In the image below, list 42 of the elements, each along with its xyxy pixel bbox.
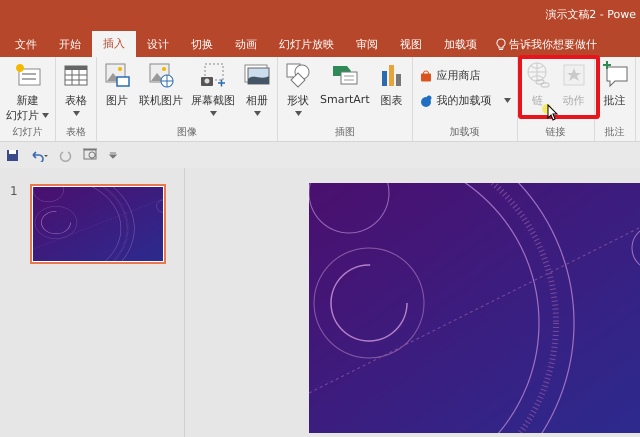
ribbon-button[interactable]: 形状 xyxy=(281,60,315,116)
ribbon-tab[interactable]: 文件 xyxy=(4,32,48,57)
save-icon[interactable] xyxy=(6,148,19,162)
ribbon-button[interactable]: 我的加载项 xyxy=(416,90,514,112)
group-label: 幻灯片 xyxy=(12,126,42,140)
ribbon-button[interactable]: 新建 幻灯片 xyxy=(3,60,52,123)
group-label: 表格 xyxy=(66,126,86,140)
ribbon-tab[interactable]: 视图 xyxy=(389,32,433,57)
comment-icon xyxy=(600,60,629,89)
group-label: 链接 xyxy=(546,126,566,140)
slide-number: 1 xyxy=(10,184,18,198)
ribbon-tab[interactable]: 设计 xyxy=(136,32,180,57)
ribbon-tab[interactable]: 动画 xyxy=(224,32,268,57)
group-label: 图像 xyxy=(177,126,197,140)
group-label: 批注 xyxy=(604,126,625,140)
store-bag-icon xyxy=(418,68,433,83)
screenshot-icon xyxy=(199,60,227,89)
ribbon-button[interactable]: 表格 xyxy=(59,60,93,116)
group-label: 加载项 xyxy=(450,126,480,140)
ribbon-tab[interactable]: 幻灯片放映 xyxy=(268,32,345,57)
ribbon-tab[interactable]: 插入 xyxy=(92,30,136,57)
online-picture-icon xyxy=(147,60,175,89)
lightbulb-icon xyxy=(496,38,506,52)
group-label: 插图 xyxy=(334,126,355,140)
tell-me-field[interactable]: 告诉我你想要做什 xyxy=(488,32,597,57)
ribbon-button[interactable]: 联机图片 xyxy=(136,60,186,108)
ribbon-button[interactable]: 应用商店 xyxy=(416,64,514,87)
ribbon-button[interactable]: 屏幕截图 xyxy=(188,60,238,116)
ribbon-tab[interactable]: 切换 xyxy=(180,32,224,57)
ribbon-tab[interactable]: 开始 xyxy=(48,32,92,57)
ribbon-tab[interactable]: 加载项 xyxy=(433,32,488,57)
ribbon-button[interactable]: 相册 xyxy=(240,60,274,116)
ribbon-button[interactable]: 图片 xyxy=(100,60,134,108)
ribbon-button[interactable]: SmartArt xyxy=(317,60,373,106)
presentation-icon[interactable] xyxy=(82,148,98,162)
shapes-icon xyxy=(284,60,312,89)
ribbon-tab[interactable]: 审阅 xyxy=(345,32,389,57)
customize-toolbar-icon[interactable] xyxy=(108,150,118,160)
ribbon-button[interactable]: 批注 xyxy=(598,60,632,108)
window-title: 演示文稿2 - Powe xyxy=(545,7,636,22)
picture-icon xyxy=(103,60,131,89)
ribbon-button[interactable]: 图表 xyxy=(374,60,409,108)
